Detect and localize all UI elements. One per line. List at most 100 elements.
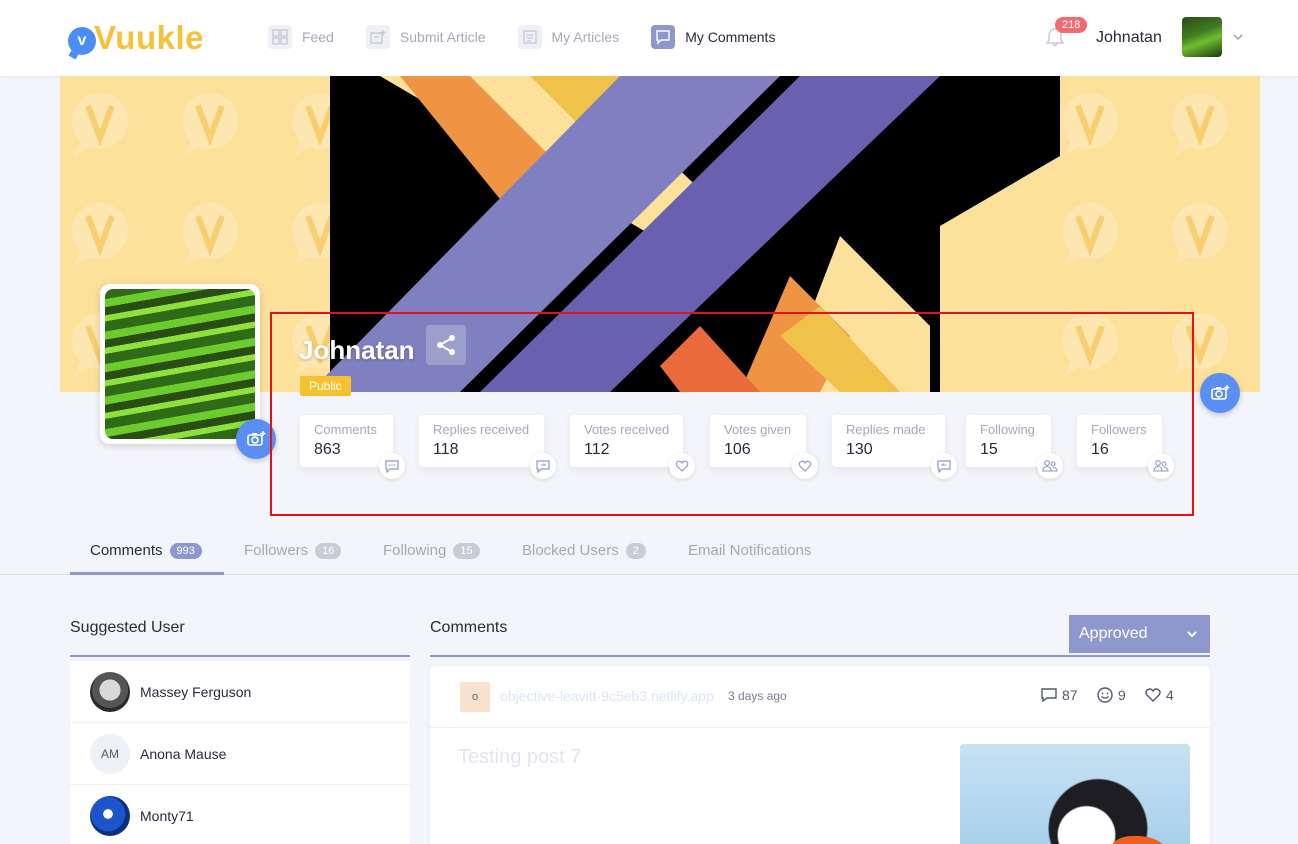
- logo-bubble-icon: v: [68, 27, 96, 55]
- stat-label: Votes given: [724, 422, 792, 437]
- smiley-icon: [1097, 687, 1113, 703]
- divider: [70, 655, 410, 657]
- status-filter-select[interactable]: Approved: [1069, 615, 1210, 653]
- reactions-count[interactable]: 9: [1096, 686, 1126, 704]
- chevron-down-icon: [1187, 631, 1197, 638]
- stat-votes-given[interactable]: Votes given 106: [710, 415, 818, 479]
- list-item[interactable]: Monty71: [70, 785, 410, 844]
- heart-out-icon: [792, 453, 818, 479]
- profile-tabs: Comments 993 Followers 16 Following 15 B…: [0, 530, 1298, 575]
- articles-icon: [517, 25, 542, 49]
- camera-icon: [1211, 385, 1230, 400]
- stat-label: Following: [980, 422, 1035, 437]
- tab-followers[interactable]: Followers 16: [244, 542, 342, 559]
- top-header: v Vuukle Feed Submit Article My Articles: [0, 0, 1298, 76]
- users-followers-icon: [1148, 453, 1174, 479]
- status-filter-value: Approved: [1079, 625, 1148, 642]
- tab-email-notifications[interactable]: Email Notifications: [688, 542, 811, 559]
- tab-blocked-users[interactable]: Blocked Users 2: [522, 542, 646, 559]
- header-avatar[interactable]: [1182, 17, 1222, 57]
- stat-value: 112: [584, 441, 610, 458]
- stat-votes-received[interactable]: Votes received 112: [570, 415, 695, 479]
- stat-label: Comments: [314, 422, 377, 437]
- visibility-badge: Public: [300, 376, 351, 396]
- stat-followers[interactable]: Followers 16: [1077, 415, 1174, 479]
- users-following-icon: [1037, 453, 1063, 479]
- submit-article-icon: [365, 25, 390, 49]
- share-icon: [437, 335, 455, 355]
- reactions-count-value: 9: [1118, 687, 1126, 703]
- tab-comments[interactable]: Comments 993: [90, 542, 202, 559]
- stat-replies-made[interactable]: Replies made 130: [832, 415, 957, 479]
- comments-count-value: 87: [1062, 687, 1078, 703]
- tab-count-badge: 15: [453, 542, 480, 559]
- camera-icon: [247, 431, 266, 446]
- nav-my-comments-label: My Comments: [685, 29, 776, 45]
- divider: [430, 655, 1210, 657]
- header-username[interactable]: Johnatan: [1096, 29, 1162, 47]
- site-icon: o: [460, 682, 490, 712]
- tab-count-badge: 993: [169, 542, 202, 559]
- tab-count-badge: 2: [625, 542, 646, 559]
- comments-title: Comments: [430, 619, 508, 636]
- stat-value: 130: [846, 441, 873, 458]
- list-item[interactable]: AM Anona Mause: [70, 723, 410, 785]
- nav-submit-article-label: Submit Article: [399, 29, 486, 45]
- tab-label: Following: [383, 542, 447, 559]
- comment-icon: [651, 25, 676, 49]
- profile-name: Johnatan: [299, 335, 415, 365]
- avatar: [90, 795, 130, 836]
- heart-icon: [1145, 688, 1161, 702]
- share-button[interactable]: [426, 325, 466, 365]
- tab-label: Blocked Users: [522, 542, 619, 559]
- nav-submit-article[interactable]: Submit Article: [365, 25, 486, 49]
- stat-value: 118: [433, 441, 459, 458]
- profile-picture-image: [105, 289, 255, 439]
- list-item[interactable]: Massey Ferguson: [70, 661, 410, 723]
- chevron-down-icon[interactable]: [1232, 31, 1244, 43]
- nav-feed-label: Feed: [302, 29, 334, 45]
- logo-text: Vuukle: [94, 19, 204, 56]
- heart-in-icon: [669, 453, 695, 479]
- grid-icon: [268, 25, 292, 49]
- user-name: Anona Mause: [140, 745, 227, 762]
- avatar: AM: [90, 733, 130, 774]
- comment-icon: [1041, 688, 1057, 703]
- likes-count[interactable]: 4: [1144, 686, 1174, 704]
- nav-my-comments[interactable]: My Comments: [651, 25, 775, 49]
- comment-card: o objective-leavitt-9c5eb3.netlify.app 3…: [430, 666, 1210, 844]
- post-title[interactable]: Testing post 7: [458, 746, 581, 769]
- reply-made-icon: [931, 453, 957, 479]
- tab-label: Followers: [244, 542, 309, 559]
- comment-card-header: o objective-leavitt-9c5eb3.netlify.app 3…: [430, 666, 1210, 728]
- profile-picture[interactable]: [100, 284, 260, 444]
- likes-count-value: 4: [1166, 687, 1174, 703]
- stat-label: Followers: [1091, 422, 1147, 437]
- stat-label: Replies made: [846, 422, 926, 437]
- reply-received-icon: [530, 453, 556, 479]
- stat-value: 106: [724, 441, 751, 458]
- stat-following[interactable]: Following 15: [966, 415, 1063, 479]
- puffin-beak: [1110, 836, 1170, 844]
- comment-time: 3 days ago: [728, 689, 787, 703]
- site-link[interactable]: objective-leavitt-9c5eb3.netlify.app: [500, 688, 714, 704]
- tab-count-badge: 16: [315, 542, 342, 559]
- comments-count[interactable]: 87: [1040, 686, 1078, 704]
- nav-my-articles[interactable]: My Articles: [517, 25, 619, 49]
- post-thumbnail[interactable]: [960, 744, 1190, 844]
- vuukle-logo[interactable]: v Vuukle: [68, 18, 204, 58]
- notification-badge: 218: [1055, 17, 1088, 33]
- nav-feed[interactable]: Feed: [268, 25, 334, 49]
- stat-label: Replies received: [433, 422, 530, 437]
- change-avatar-button[interactable]: [236, 419, 276, 459]
- stat-comments[interactable]: Comments 863: [300, 415, 405, 479]
- tab-label: Email Notifications: [688, 542, 812, 559]
- stat-value: 16: [1091, 441, 1109, 458]
- user-name: Monty71: [140, 807, 194, 824]
- comment-dots-icon: [379, 453, 405, 479]
- tab-following[interactable]: Following 15: [383, 542, 480, 559]
- stat-replies-received[interactable]: Replies received 118: [419, 415, 556, 479]
- stat-label: Votes received: [584, 422, 670, 437]
- active-tab-indicator: [70, 572, 224, 575]
- change-cover-button[interactable]: [1200, 373, 1240, 413]
